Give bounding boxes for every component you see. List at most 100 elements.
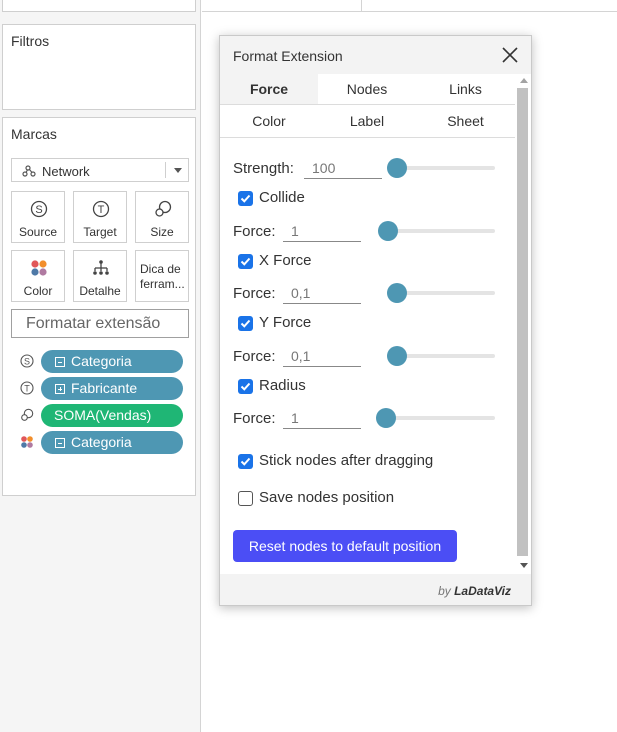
tab-nodes[interactable]: Nodes <box>318 74 416 104</box>
field-pill-soma-vendas[interactable]: SOMA(Vendas) <box>41 404 183 427</box>
pill-row-color: Categoria <box>3 431 197 454</box>
x-force-label: X Force <box>259 252 312 269</box>
rows-shelf-stub <box>202 0 617 12</box>
size-icon <box>21 408 34 421</box>
size-icon <box>155 200 172 217</box>
stick-nodes-checkbox[interactable] <box>238 454 253 469</box>
y-force-slider-thumb[interactable] <box>387 346 407 366</box>
dialog-scrollbar[interactable] <box>516 74 531 574</box>
dialog-title: Format Extension <box>233 48 343 64</box>
marks-card: Marcas Network S Source T Target Size Co… <box>2 117 196 496</box>
strength-input[interactable] <box>304 157 382 179</box>
expand-icon[interactable] <box>55 384 65 394</box>
close-icon[interactable] <box>501 46 519 64</box>
x-force-force-label: Force: <box>233 285 276 302</box>
tab-label[interactable]: Label <box>318 106 416 136</box>
filters-card[interactable]: Filtros <box>2 24 196 110</box>
radius-force-slider[interactable] <box>387 416 495 420</box>
y-force-label: Y Force <box>259 314 312 331</box>
y-force-input[interactable] <box>283 345 361 367</box>
mark-type-dropdown[interactable]: Network <box>11 158 189 182</box>
svg-text:S: S <box>24 357 30 367</box>
marks-title: Marcas <box>11 126 57 142</box>
pill-label: Fabricante <box>71 380 138 396</box>
scrollbar-thumb[interactable] <box>517 88 528 556</box>
target-icon: T <box>20 381 34 395</box>
size-shelf-label: Size <box>150 225 174 239</box>
collide-force-label: Force: <box>233 223 276 240</box>
detail-icon <box>93 260 109 275</box>
collide-force-slider[interactable] <box>387 229 495 233</box>
check-icon <box>240 194 251 203</box>
chevron-down-icon[interactable] <box>174 168 182 173</box>
y-force-checkbox[interactable] <box>238 316 253 331</box>
pages-shelf-stub <box>2 0 196 12</box>
detail-shelf-button[interactable]: Detalhe <box>73 250 127 302</box>
x-force-checkbox[interactable] <box>238 254 253 269</box>
save-nodes-label: Save nodes position <box>259 489 395 506</box>
pill-row-target: T Fabricante <box>3 377 197 400</box>
radius-checkbox[interactable] <box>238 379 253 394</box>
dialog-footer: by LaDataViz <box>220 574 531 605</box>
radius-force-slider-thumb[interactable] <box>376 408 396 428</box>
source-icon: S <box>20 354 34 368</box>
target-shelf-label: Target <box>83 225 117 239</box>
x-force-input[interactable] <box>283 282 361 304</box>
dropdown-divider <box>165 162 166 178</box>
format-extension-dialog: Format Extension Force Nodes Links Color… <box>219 35 532 606</box>
source-icon: S <box>30 200 48 218</box>
color-shelf-label: Color <box>23 284 53 298</box>
collapse-icon[interactable] <box>55 357 65 367</box>
radius-force-input[interactable] <box>283 407 361 429</box>
collide-force-slider-thumb[interactable] <box>378 221 398 241</box>
shelf-divider <box>361 0 362 12</box>
footer-by: by <box>438 584 451 598</box>
source-shelf-label: Source <box>18 225 58 239</box>
svg-text:T: T <box>98 204 105 216</box>
color-icon <box>21 436 33 448</box>
save-nodes-checkbox[interactable] <box>238 491 253 506</box>
stick-nodes-label: Stick nodes after dragging <box>259 452 434 469</box>
radius-force-label: Force: <box>233 410 276 427</box>
check-icon <box>240 257 251 266</box>
scroll-down-icon[interactable] <box>520 563 528 568</box>
svg-text:S: S <box>35 204 42 216</box>
field-pill-categoria-color[interactable]: Categoria <box>41 431 183 454</box>
tooltip-shelf-label: Dica de ferram... <box>140 262 185 291</box>
pill-label: Categoria <box>71 434 132 450</box>
strength-label: Strength: <box>233 160 294 177</box>
pill-label: SOMA(Vendas) <box>54 407 152 423</box>
scroll-up-icon[interactable] <box>520 78 528 83</box>
collide-checkbox[interactable] <box>238 191 253 206</box>
tab-sheet[interactable]: Sheet <box>416 106 515 136</box>
network-icon <box>22 165 36 177</box>
collide-force-input[interactable] <box>283 220 361 242</box>
collapse-icon[interactable] <box>55 438 65 448</box>
size-shelf-button[interactable]: Size <box>135 191 189 243</box>
field-pill-categoria[interactable]: Categoria <box>41 350 183 373</box>
svg-text:T: T <box>24 384 30 394</box>
tab-force[interactable]: Force <box>220 74 318 104</box>
brand-logo[interactable]: LaDataViz <box>454 584 511 598</box>
strength-slider-thumb[interactable] <box>387 158 407 178</box>
color-shelf-button[interactable]: Color <box>11 250 65 302</box>
tab-links[interactable]: Links <box>416 74 515 104</box>
reset-nodes-button[interactable]: Reset nodes to default position <box>233 530 457 562</box>
tooltip-shelf-button[interactable]: Dica de ferram... <box>135 250 189 302</box>
dialog-header: Format Extension <box>220 36 531 74</box>
tabs-divider <box>220 137 515 138</box>
x-force-slider-thumb[interactable] <box>387 283 407 303</box>
detail-shelf-label: Detalhe <box>79 284 121 298</box>
left-panel: Filtros Marcas Network S Source T Target… <box>0 0 201 732</box>
color-icon <box>31 260 47 276</box>
mark-type-label: Network <box>42 164 90 179</box>
tab-color[interactable]: Color <box>220 106 318 136</box>
format-extension-placeholder: Formatar extensão <box>26 315 161 332</box>
field-pill-fabricante[interactable]: Fabricante <box>41 377 183 400</box>
source-shelf-button[interactable]: S Source <box>11 191 65 243</box>
filters-title: Filtros <box>11 33 50 49</box>
format-extension-field[interactable]: Formatar extensão <box>11 309 189 338</box>
target-shelf-button[interactable]: T Target <box>73 191 127 243</box>
y-force-force-label: Force: <box>233 348 276 365</box>
radius-label: Radius <box>259 377 306 394</box>
